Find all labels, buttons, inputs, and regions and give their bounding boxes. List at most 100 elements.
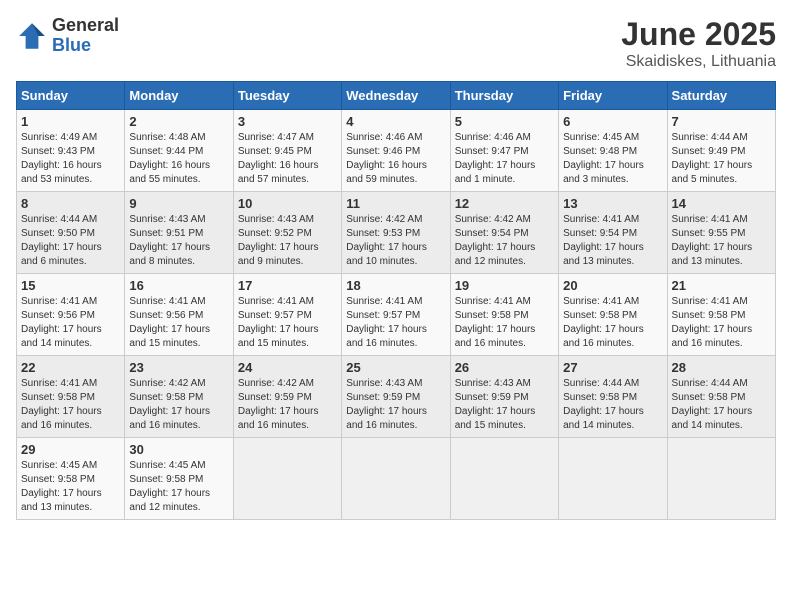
day-number: 14	[672, 196, 771, 211]
day-number: 20	[563, 278, 662, 293]
day-number: 7	[672, 114, 771, 129]
day-number: 22	[21, 360, 120, 375]
day-number: 27	[563, 360, 662, 375]
calendar-cell: 12 Sunrise: 4:42 AM Sunset: 9:54 PM Dayli…	[450, 192, 558, 274]
weekday-header-sunday: Sunday	[17, 82, 125, 110]
calendar-cell: 17Sunrise: 4:41 AM Sunset: 9:57 PM Dayli…	[233, 274, 341, 356]
calendar-cell: 20 Sunrise: 4:41 AM Sunset: 9:58 PM Dayli…	[559, 274, 667, 356]
calendar-cell: 3Sunrise: 4:47 AM Sunset: 9:45 PM Daylig…	[233, 110, 341, 192]
day-number: 13	[563, 196, 662, 211]
day-info: Sunrise: 4:41 AM Sunset: 9:58 PM Dayligh…	[21, 377, 120, 433]
calendar-cell	[342, 438, 450, 520]
title-area: June 2025 Skaidiskes, Lithuania	[621, 16, 776, 71]
day-number: 24	[238, 360, 337, 375]
day-info: Sunrise: 4:44 AM Sunset: 9:49 PM Dayligh…	[672, 131, 771, 187]
day-number: 10	[238, 196, 337, 211]
day-info: Sunrise: 4:41 AM Sunset: 9:56 PM Dayligh…	[129, 295, 228, 351]
day-number: 23	[129, 360, 228, 375]
weekday-header-thursday: Thursday	[450, 82, 558, 110]
calendar-cell: 8 Sunrise: 4:44 AM Sunset: 9:50 PM Daylig…	[17, 192, 125, 274]
logo-icon	[16, 20, 48, 52]
calendar-cell: 18Sunrise: 4:41 AM Sunset: 9:57 PM Dayli…	[342, 274, 450, 356]
day-info: Sunrise: 4:45 AM Sunset: 9:48 PM Dayligh…	[563, 131, 662, 187]
calendar-cell: 10 Sunrise: 4:43 AM Sunset: 9:52 PM Dayli…	[233, 192, 341, 274]
month-title: June 2025	[621, 16, 776, 53]
day-number: 9	[129, 196, 228, 211]
calendar-cell	[233, 438, 341, 520]
day-info: Sunrise: 4:42 AM Sunset: 9:53 PM Dayligh…	[346, 213, 445, 269]
day-number: 28	[672, 360, 771, 375]
day-info: Sunrise: 4:42 AM Sunset: 9:58 PM Dayligh…	[129, 377, 228, 433]
day-number: 2	[129, 114, 228, 129]
day-number: 8	[21, 196, 120, 211]
calendar-cell: 25Sunrise: 4:43 AM Sunset: 9:59 PM Dayli…	[342, 356, 450, 438]
logo: General Blue	[16, 16, 119, 56]
calendar-cell: 26Sunrise: 4:43 AM Sunset: 9:59 PM Dayli…	[450, 356, 558, 438]
day-info: Sunrise: 4:41 AM Sunset: 9:56 PM Dayligh…	[21, 295, 120, 351]
day-number: 6	[563, 114, 662, 129]
day-info: Sunrise: 4:42 AM Sunset: 9:59 PM Dayligh…	[238, 377, 337, 433]
day-info: Sunrise: 4:46 AM Sunset: 9:47 PM Dayligh…	[455, 131, 554, 187]
calendar-cell: 30Sunrise: 4:45 AM Sunset: 9:58 PM Dayli…	[125, 438, 233, 520]
weekday-header-tuesday: Tuesday	[233, 82, 341, 110]
day-number: 29	[21, 442, 120, 457]
calendar-cell: 29 Sunrise: 4:45 AM Sunset: 9:58 PM Dayli…	[17, 438, 125, 520]
calendar-cell: 22 Sunrise: 4:41 AM Sunset: 9:58 PM Dayli…	[17, 356, 125, 438]
day-info: Sunrise: 4:43 AM Sunset: 9:59 PM Dayligh…	[455, 377, 554, 433]
calendar-cell: 15Sunrise: 4:41 AM Sunset: 9:56 PM Dayli…	[17, 274, 125, 356]
logo-text: General Blue	[52, 16, 119, 56]
day-info: Sunrise: 4:41 AM Sunset: 9:58 PM Dayligh…	[563, 295, 662, 351]
day-number: 12	[455, 196, 554, 211]
calendar-week-row: 15Sunrise: 4:41 AM Sunset: 9:56 PM Dayli…	[17, 274, 776, 356]
day-info: Sunrise: 4:48 AM Sunset: 9:44 PM Dayligh…	[129, 131, 228, 187]
day-number: 30	[129, 442, 228, 457]
weekday-header-saturday: Saturday	[667, 82, 775, 110]
calendar-cell: 5 Sunrise: 4:46 AM Sunset: 9:47 PM Daylig…	[450, 110, 558, 192]
logo-blue-text: Blue	[52, 36, 119, 56]
day-info: Sunrise: 4:43 AM Sunset: 9:51 PM Dayligh…	[129, 213, 228, 269]
day-info: Sunrise: 4:45 AM Sunset: 9:58 PM Dayligh…	[21, 459, 120, 515]
weekday-header-row: SundayMondayTuesdayWednesdayThursdayFrid…	[17, 82, 776, 110]
day-info: Sunrise: 4:42 AM Sunset: 9:54 PM Dayligh…	[455, 213, 554, 269]
logo-general-text: General	[52, 16, 119, 36]
day-number: 5	[455, 114, 554, 129]
day-info: Sunrise: 4:46 AM Sunset: 9:46 PM Dayligh…	[346, 131, 445, 187]
calendar-cell: 23 Sunrise: 4:42 AM Sunset: 9:58 PM Dayli…	[125, 356, 233, 438]
day-info: Sunrise: 4:44 AM Sunset: 9:58 PM Dayligh…	[672, 377, 771, 433]
day-info: Sunrise: 4:47 AM Sunset: 9:45 PM Dayligh…	[238, 131, 337, 187]
calendar-cell	[450, 438, 558, 520]
calendar-week-row: 8 Sunrise: 4:44 AM Sunset: 9:50 PM Daylig…	[17, 192, 776, 274]
calendar-cell	[667, 438, 775, 520]
calendar-cell: 4 Sunrise: 4:46 AM Sunset: 9:46 PM Daylig…	[342, 110, 450, 192]
day-info: Sunrise: 4:41 AM Sunset: 9:57 PM Dayligh…	[238, 295, 337, 351]
calendar-week-row: 1Sunrise: 4:49 AM Sunset: 9:43 PM Daylig…	[17, 110, 776, 192]
day-number: 19	[455, 278, 554, 293]
calendar-cell: 27 Sunrise: 4:44 AM Sunset: 9:58 PM Dayli…	[559, 356, 667, 438]
calendar-cell: 6 Sunrise: 4:45 AM Sunset: 9:48 PM Daylig…	[559, 110, 667, 192]
day-number: 25	[346, 360, 445, 375]
calendar-cell: 16Sunrise: 4:41 AM Sunset: 9:56 PM Dayli…	[125, 274, 233, 356]
calendar-cell: 11Sunrise: 4:42 AM Sunset: 9:53 PM Dayli…	[342, 192, 450, 274]
day-number: 4	[346, 114, 445, 129]
calendar-cell	[559, 438, 667, 520]
day-info: Sunrise: 4:44 AM Sunset: 9:50 PM Dayligh…	[21, 213, 120, 269]
day-info: Sunrise: 4:41 AM Sunset: 9:58 PM Dayligh…	[672, 295, 771, 351]
calendar-cell: 24 Sunrise: 4:42 AM Sunset: 9:59 PM Dayli…	[233, 356, 341, 438]
location-text: Skaidiskes, Lithuania	[621, 53, 776, 71]
day-number: 1	[21, 114, 120, 129]
calendar-cell: 9 Sunrise: 4:43 AM Sunset: 9:51 PM Daylig…	[125, 192, 233, 274]
calendar-cell: 14 Sunrise: 4:41 AM Sunset: 9:55 PM Dayli…	[667, 192, 775, 274]
calendar-cell: 2 Sunrise: 4:48 AM Sunset: 9:44 PM Daylig…	[125, 110, 233, 192]
day-info: Sunrise: 4:41 AM Sunset: 9:55 PM Dayligh…	[672, 213, 771, 269]
calendar-cell: 21Sunrise: 4:41 AM Sunset: 9:58 PM Dayli…	[667, 274, 775, 356]
calendar-cell: 1Sunrise: 4:49 AM Sunset: 9:43 PM Daylig…	[17, 110, 125, 192]
calendar-cell: 28 Sunrise: 4:44 AM Sunset: 9:58 PM Dayli…	[667, 356, 775, 438]
weekday-header-wednesday: Wednesday	[342, 82, 450, 110]
calendar-table: SundayMondayTuesdayWednesdayThursdayFrid…	[16, 81, 776, 520]
day-info: Sunrise: 4:44 AM Sunset: 9:58 PM Dayligh…	[563, 377, 662, 433]
day-info: Sunrise: 4:41 AM Sunset: 9:58 PM Dayligh…	[455, 295, 554, 351]
day-info: Sunrise: 4:43 AM Sunset: 9:52 PM Dayligh…	[238, 213, 337, 269]
weekday-header-monday: Monday	[125, 82, 233, 110]
calendar-week-row: 22 Sunrise: 4:41 AM Sunset: 9:58 PM Dayli…	[17, 356, 776, 438]
header: General Blue June 2025 Skaidiskes, Lithu…	[16, 16, 776, 71]
